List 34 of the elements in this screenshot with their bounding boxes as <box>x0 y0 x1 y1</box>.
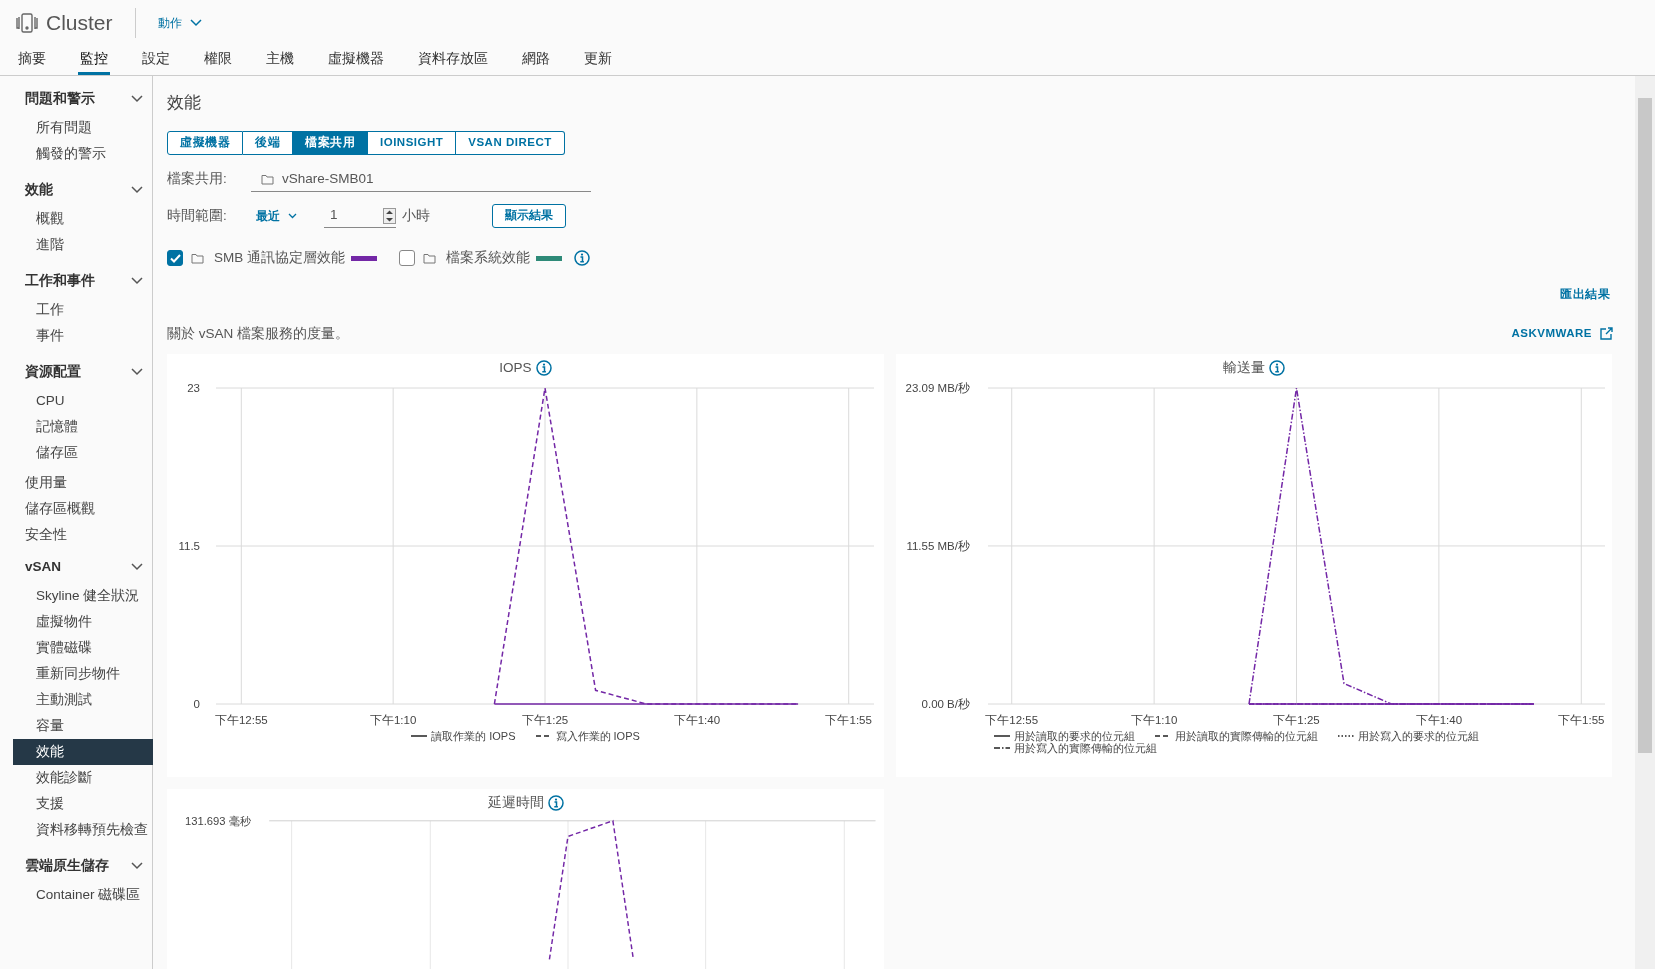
y-axis-label: 23.09 MB/秒 <box>905 382 970 394</box>
y-axis-label: 131.693 毫秒 <box>184 814 251 827</box>
legend-label: 用於讀取的實際傳輸的位元組 <box>1175 730 1318 742</box>
description-text: 關於 vSAN 檔案服務的度量。 <box>167 324 349 343</box>
legend-label: 寫入作業的 IOPS <box>555 730 640 742</box>
section-title: 效能 <box>167 92 202 114</box>
x-axis-label: 下午1:40 <box>1415 713 1463 728</box>
field-label: 時間範圍: <box>167 206 228 225</box>
y-axis-label: 0.00 B/秒 <box>921 698 970 710</box>
x-axis-label: 下午1:25 <box>521 713 569 728</box>
chart-title: 輸送量 <box>1223 358 1265 377</box>
chart-title: IOPS <box>499 358 532 377</box>
x-axis-label: 下午12:55 <box>985 713 1039 728</box>
y-axis-label: 11.5 <box>178 540 200 552</box>
toggle-label: SMB 通訊協定層效能 <box>214 249 345 267</box>
y-axis-label: 23 <box>187 382 200 394</box>
x-axis-label: 下午1:55 <box>1558 713 1605 728</box>
x-axis-label: 下午1:10 <box>369 713 417 728</box>
y-axis-label: 11.55 MB/秒 <box>906 539 970 552</box>
chart-title: 延遲時間 <box>487 793 544 812</box>
unit-label: 小時 <box>402 206 430 225</box>
legend-label: 用於寫入的要求的位元組 <box>1358 730 1479 742</box>
y-axis-label: 0 <box>193 698 200 710</box>
legend-label: 用於讀取的要求的位元組 <box>1014 730 1135 742</box>
legend-label: 讀取作業的 IOPS <box>431 730 516 742</box>
x-axis-label: 下午1:40 <box>673 713 721 728</box>
x-axis-label: 下午1:25 <box>1273 713 1320 728</box>
x-axis-label: 下午1:55 <box>825 713 872 728</box>
field-label: 檔案共用: <box>167 170 228 189</box>
x-axis-label: 下午12:55 <box>214 713 268 728</box>
legend-label: 用於寫入的實際傳輸的位元組 <box>1014 742 1157 754</box>
toggle-label: 檔案系統效能 <box>446 249 530 267</box>
page-title: Cluster <box>46 9 113 36</box>
x-axis-label: 下午1:10 <box>1130 713 1178 728</box>
